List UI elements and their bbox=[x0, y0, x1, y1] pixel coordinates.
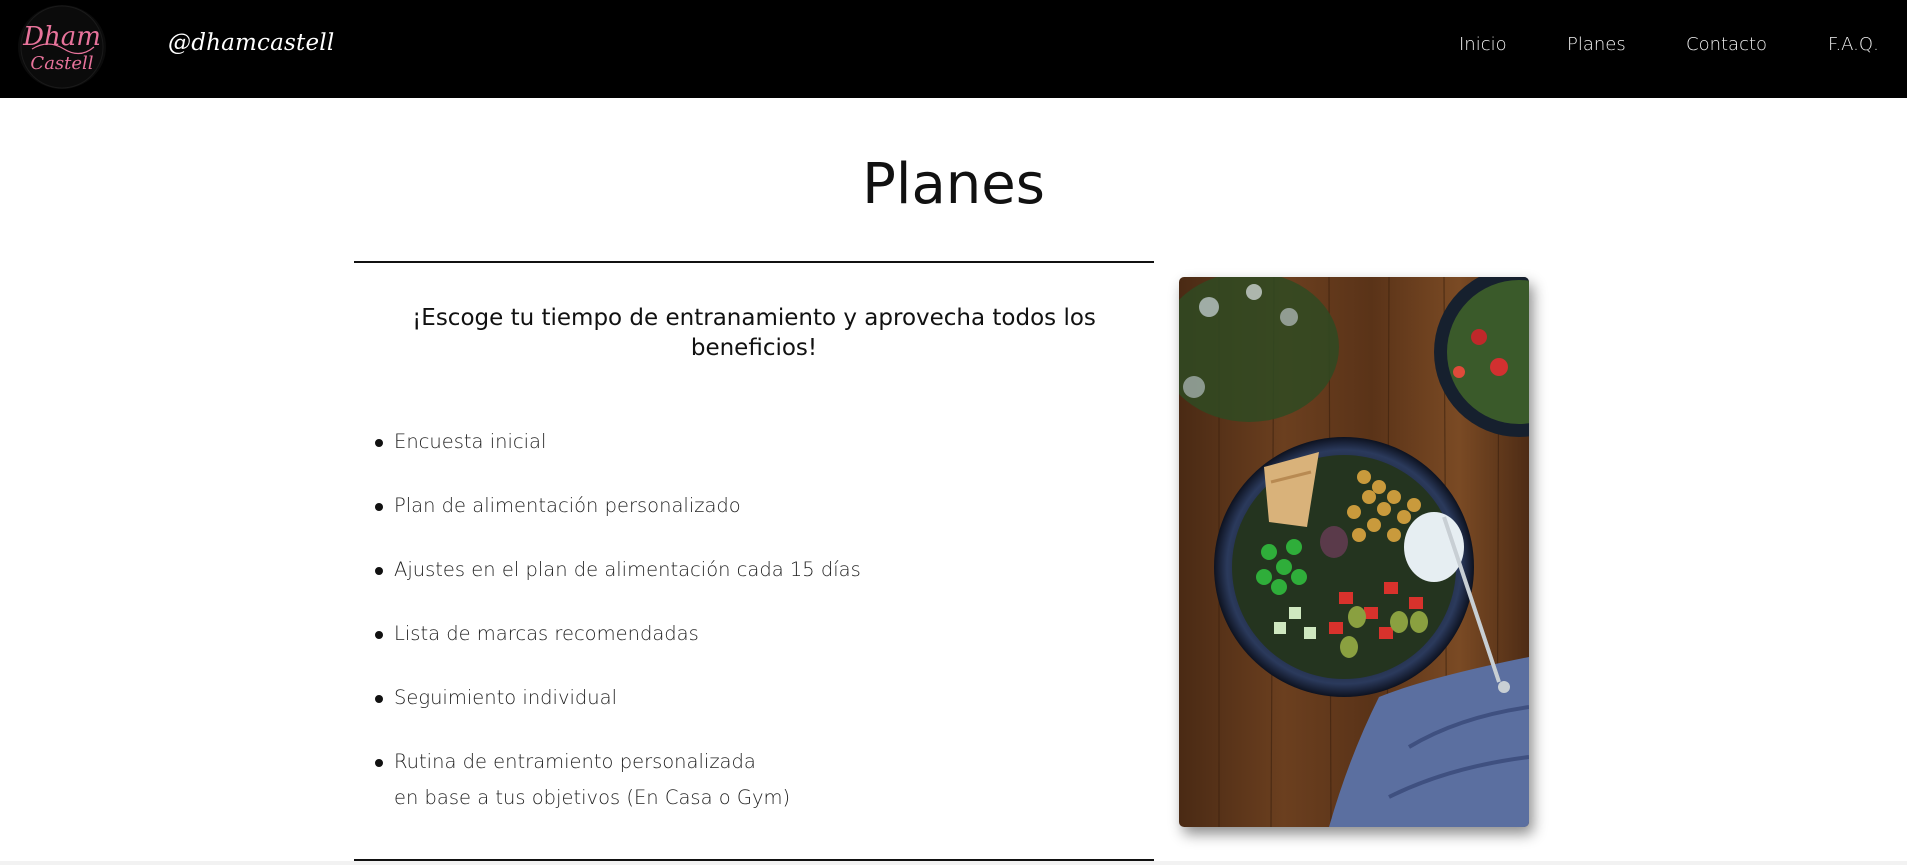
bullet-icon bbox=[375, 695, 383, 703]
site-header: Dham Castell @dhamcastell Inicio Planes … bbox=[0, 0, 1907, 98]
plans-subtitle: ¡Escoge tu tiempo de entranamiento y apr… bbox=[412, 305, 1096, 361]
feature-text: Ajustes en el plan de alimentación cada … bbox=[394, 558, 861, 581]
food-bowl-photo bbox=[1179, 277, 1529, 827]
nav-item-inicio[interactable]: Inicio bbox=[1459, 34, 1507, 55]
feature-text: Plan de alimentación personalizado bbox=[394, 494, 741, 517]
bullet-icon bbox=[375, 759, 383, 767]
page-title: Planes bbox=[862, 152, 1045, 217]
feature-text-continued: en base a tus objetivos (En Casa o Gym) bbox=[394, 786, 791, 809]
feature-text: Encuesta inicial bbox=[394, 430, 547, 453]
divider-top bbox=[354, 261, 1154, 263]
feature-text: Lista de marcas recomendadas bbox=[394, 622, 699, 645]
bullet-icon bbox=[375, 503, 383, 511]
bullet-icon bbox=[375, 631, 383, 639]
bullet-icon bbox=[375, 439, 383, 447]
bottom-strip bbox=[0, 861, 1907, 865]
nav-item-faq[interactable]: F.A.Q. bbox=[1828, 34, 1879, 55]
nav-item-planes[interactable]: Planes bbox=[1567, 34, 1626, 55]
nav-item-contacto[interactable]: Contacto bbox=[1686, 34, 1767, 55]
feature-text: Seguimiento individual bbox=[394, 686, 618, 709]
main-nav: Inicio Planes Contacto F.A.Q. bbox=[0, 34, 1907, 64]
bullet-icon bbox=[375, 567, 383, 575]
feature-text: Rutina de entramiento personalizada bbox=[394, 750, 756, 773]
